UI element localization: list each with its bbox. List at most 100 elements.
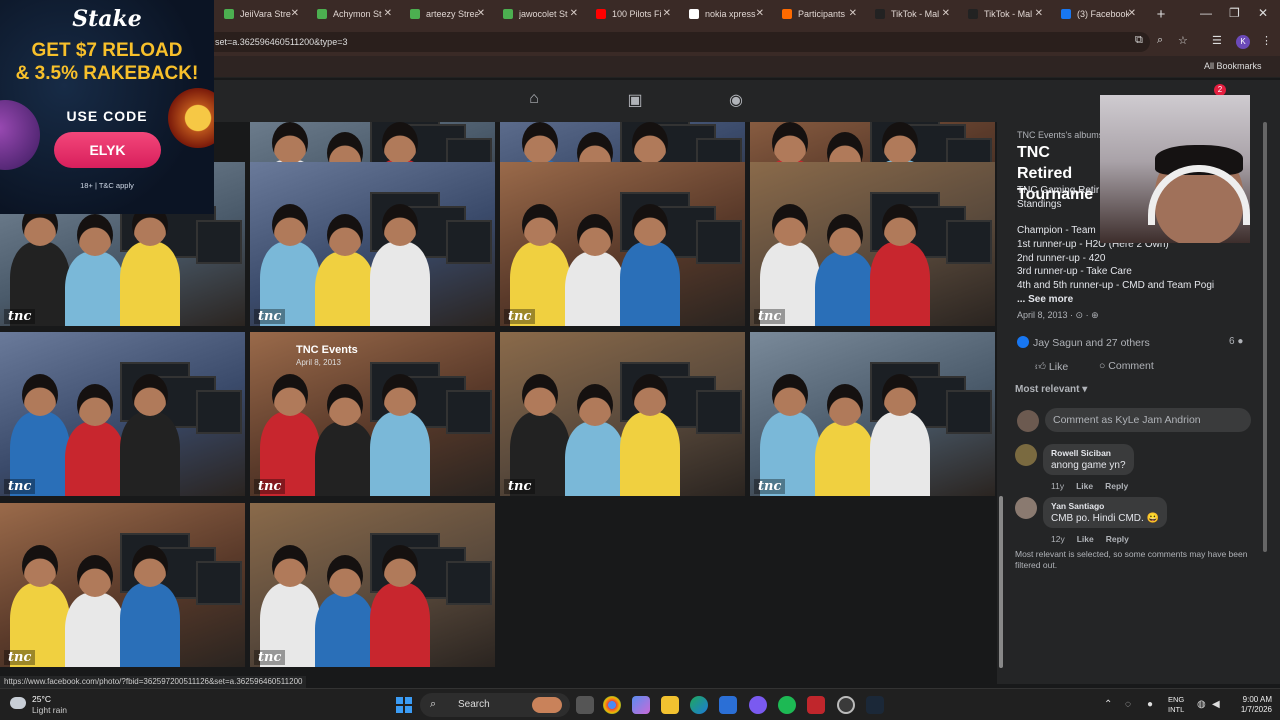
install-icon[interactable]: ⧉ [1135,34,1143,47]
albums-link[interactable]: TNC Events's albums [1017,130,1103,140]
browser-tab[interactable]: Participants ✕ [772,0,865,28]
ad-headline: GET $7 RELOAD [31,40,183,61]
album-photo[interactable]: tnc [750,332,995,496]
close-tab-icon[interactable]: ✕ [291,8,299,19]
groups-icon[interactable]: ◉ [726,90,746,110]
close-window-button[interactable]: ✕ [1258,6,1268,20]
album-photo[interactable]: tnc [0,503,245,667]
volume-icon[interactable]: ◀ [1212,699,1220,710]
overlay-date: April 8, 2013 [296,358,341,367]
album-photo[interactable]: tnc [250,162,495,326]
restore-button[interactable]: ❐ [1229,6,1240,20]
comment-reply-link[interactable]: Reply [1106,534,1129,544]
mic-icon[interactable]: ● [1147,699,1153,710]
tab-favicon-icon [875,9,885,19]
network-icon[interactable]: ◌ [1125,699,1131,710]
person-shape [565,422,625,496]
album-photo[interactable]: tnc [500,332,745,496]
browser-tab[interactable]: nokia xpress ✕ [679,0,772,28]
close-tab-icon[interactable]: ✕ [570,8,578,19]
wifi-icon[interactable]: ◍ [1197,699,1206,710]
browser-tab[interactable]: jawocolet St ✕ [493,0,586,28]
taskbar-clock[interactable]: 9:00 AM 1/7/2026 [1222,695,1272,715]
all-bookmarks-button[interactable]: All Bookmarks [1204,61,1262,71]
task-view-icon[interactable] [576,696,594,714]
comment-age[interactable]: 11y [1051,481,1064,491]
comment-meta: 12y Like Reply [1051,534,1129,544]
comment-reply-link[interactable]: Reply [1105,481,1128,491]
browser-tab[interactable]: JeiiVara Stre ✕ [214,0,307,28]
grid-scrollbar-thumb[interactable] [999,496,1003,668]
new-tab-button[interactable]: + [1150,6,1172,23]
start-button[interactable] [396,697,412,713]
close-tab-icon[interactable]: ✕ [756,8,764,19]
monitor-shape [446,220,492,264]
album-photo[interactable]: tnc [250,332,495,496]
close-tab-icon[interactable]: ✕ [1035,8,1043,19]
overlay-page-name[interactable]: TNC Events [296,344,358,356]
reactions-summary[interactable]: Jay Sagun and 27 others [1017,336,1150,349]
comment-bubble: Rowell Siciban anong game yn? [1043,444,1134,475]
close-tab-icon[interactable]: ✕ [849,8,857,19]
close-tab-icon[interactable]: ✕ [1128,8,1136,19]
side-panel-icon[interactable]: ☰ [1212,34,1222,47]
obs-icon[interactable] [837,696,855,714]
language-indicator[interactable]: ENG INTL [1168,695,1184,715]
spotify-icon[interactable] [778,696,796,714]
like-label: Like [1048,361,1069,373]
see-more-link[interactable]: ... See more [1017,294,1073,305]
store-icon[interactable] [719,696,737,714]
album-photo[interactable]: tnc [500,162,745,326]
album-photo[interactable]: tnc [0,332,245,496]
copilot-icon[interactable] [632,696,650,714]
close-tab-icon[interactable]: ✕ [942,8,950,19]
album-photo[interactable]: tnc [250,503,495,667]
edge-icon[interactable] [690,696,708,714]
avatar[interactable] [1015,444,1037,466]
close-tab-icon[interactable]: ✕ [663,8,671,19]
head-shape [882,374,918,416]
comment-count[interactable]: 6 ● [1229,336,1243,347]
browser-tab[interactable]: (3) Facebook ✕ [1051,0,1144,28]
panel-scrollbar-thumb[interactable] [1263,122,1267,552]
ad-code-button[interactable]: ELYK [54,132,161,168]
browser-tab[interactable]: Achymon St ✕ [307,0,400,28]
minimize-button[interactable]: — [1200,6,1212,20]
avatar[interactable] [1015,497,1037,519]
comment-sort-dropdown[interactable]: Most relevant ▾ [1015,384,1087,395]
chrome-icon[interactable] [603,696,621,714]
browser-tab[interactable]: TikTok - Mal ✕ [865,0,958,28]
comment-like-link[interactable]: Like [1076,481,1093,491]
stake-ad[interactable]: Stake GET $7 RELOAD & 3.5% RAKEBACK! USE… [0,0,214,214]
home-icon[interactable]: ⌂ [524,90,544,110]
comment-input[interactable]: Comment as KyLe Jam Andrion [1045,408,1251,432]
close-tab-icon[interactable]: ✕ [384,8,392,19]
browser-tab[interactable]: 100 Pilots Fi ✕ [586,0,679,28]
zoom-icon[interactable]: ⌕ [1157,34,1163,47]
profile-avatar[interactable]: K [1236,35,1250,49]
tray-chevron-icon[interactable]: ⌃ [1104,699,1112,710]
commenter-name[interactable]: Rowell Siciban [1051,448,1126,458]
comment-button[interactable]: ○ Comment [1099,360,1154,372]
comment-like-link[interactable]: Like [1077,534,1094,544]
file-explorer-icon[interactable] [661,696,679,714]
steam-icon[interactable] [866,696,884,714]
comment-age[interactable]: 12y [1051,534,1065,544]
monitor-shape [946,220,992,264]
like-button[interactable]: 👍︎ Like [1035,360,1068,373]
browser-tab[interactable]: TikTok - Mal ✕ [958,0,1051,28]
head-shape [132,374,168,416]
address-bar[interactable]: set=a.362596460511200&type=3 [200,32,1150,52]
post-date[interactable]: April 8, 2013 · ⊙ · ⊕ [1017,310,1099,321]
browser-tab[interactable]: arteezy Strea ✕ [400,0,493,28]
discord-icon[interactable] [749,696,767,714]
tnc-watermark: tnc [754,309,786,324]
app-icon[interactable] [807,696,825,714]
bookmark-star-icon[interactable]: ☆ [1178,34,1188,47]
album-photo[interactable]: tnc [750,162,995,326]
menu-icon[interactable]: ⋮ [1261,34,1272,47]
taskbar-search[interactable]: ⌕ Search [420,693,570,717]
close-tab-icon[interactable]: ✕ [477,8,485,19]
marketplace-icon[interactable]: ▣ [625,90,645,110]
commenter-name[interactable]: Yan Santiago [1051,501,1159,511]
